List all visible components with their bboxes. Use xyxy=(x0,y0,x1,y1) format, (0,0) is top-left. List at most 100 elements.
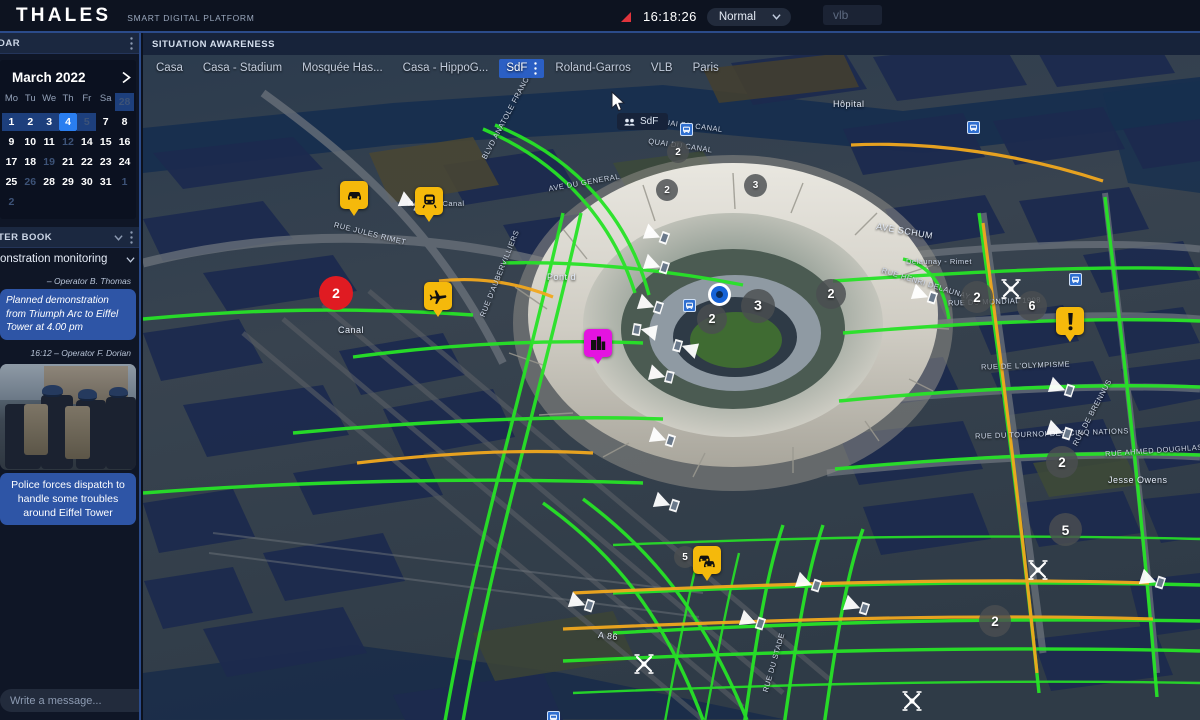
map-cluster-badge[interactable]: 2 xyxy=(656,179,678,201)
map-tab-mosqu-e-has[interactable]: Mosquée Has... xyxy=(293,59,392,77)
calendar-day[interactable]: 7 xyxy=(96,113,115,131)
map-pin-cars[interactable] xyxy=(693,546,721,574)
alert-flag-icon xyxy=(620,11,633,23)
calendar-day[interactable]: 12 xyxy=(59,133,78,151)
map-cluster-badge[interactable]: 2 xyxy=(697,304,727,334)
calendar-day[interactable]: 2 xyxy=(20,113,40,131)
calendar-day[interactable]: 31 xyxy=(96,173,115,191)
matterbook-panel-title: TER BOOK xyxy=(0,231,53,243)
map-tab-casa[interactable]: Casa xyxy=(147,59,192,77)
map-tab-sdf[interactable]: SdF xyxy=(499,58,545,78)
calendar-month-year: March 2022 xyxy=(12,70,86,85)
calendar-day[interactable]: 19 xyxy=(40,153,59,171)
calendar-day[interactable]: 2 xyxy=(2,193,21,211)
map-pin-car[interactable] xyxy=(340,181,368,209)
map-tab-paris[interactable]: Paris xyxy=(684,59,728,77)
map-drone-icon[interactable] xyxy=(1027,559,1049,586)
map-street-label: A 86 xyxy=(597,629,619,643)
matterbook-panel-tools[interactable] xyxy=(114,230,133,244)
map-cluster-badge[interactable]: 2 xyxy=(979,605,1011,637)
map-tab-roland-garros[interactable]: Roland-Garros xyxy=(546,59,639,77)
calendar-day[interactable]: 11 xyxy=(40,133,59,151)
user-chip[interactable]: vlb xyxy=(823,5,883,25)
calendar-panel-tools[interactable] xyxy=(130,36,133,50)
calendar-day[interactable]: 28 xyxy=(40,173,59,191)
calendar-panel-header: DAR xyxy=(0,33,139,54)
map-cluster-badge[interactable]: 2 xyxy=(961,281,993,313)
calendar-dow-header: Fr xyxy=(82,93,92,104)
calendar-dow-header: Tu xyxy=(24,93,36,104)
map-cluster-badge[interactable]: 5 xyxy=(1049,513,1082,546)
map-bus-stop-icon[interactable] xyxy=(680,123,693,136)
map-street-label: Delaunay - Rimet xyxy=(906,257,972,266)
map-pin-plane[interactable] xyxy=(424,282,452,310)
calendar-day[interactable]: 1 xyxy=(2,113,21,131)
map-cluster-badge[interactable]: 2 xyxy=(816,279,846,309)
map-pin-train[interactable] xyxy=(415,187,443,215)
map-bus-stop-icon[interactable] xyxy=(1069,273,1082,286)
map-pin-warning[interactable] xyxy=(1056,307,1084,335)
map-selected-location-marker[interactable] xyxy=(708,283,731,306)
calendar-widget[interactable]: March 2022 Mo Tu We Th Fr Sa 28 1 2 3 4 5 7 8 9 10 11 12 1… xyxy=(0,60,136,219)
message-meta: 16:12 – Operator F. Dorian xyxy=(30,347,132,358)
calendar-day[interactable]: 17 xyxy=(2,153,21,171)
calendar-day[interactable]: 10 xyxy=(21,133,40,151)
kebab-menu-icon[interactable] xyxy=(534,61,538,75)
calendar-day[interactable]: 22 xyxy=(77,153,96,171)
map-pin-buildings[interactable] xyxy=(584,329,612,357)
map-cluster-badge[interactable]: 2 xyxy=(1046,446,1078,478)
calendar-day[interactable]: 3 xyxy=(39,113,59,131)
tab-context-menu[interactable]: SdF xyxy=(617,113,669,130)
calendar-day[interactable]: 24 xyxy=(115,153,134,171)
calendar-day[interactable]: 26 xyxy=(21,173,40,191)
calendar-day[interactable]: 18 xyxy=(21,153,40,171)
calendar-day[interactable]: 29 xyxy=(59,173,78,191)
calendar-day[interactable]: 15 xyxy=(96,133,115,151)
map-drone-icon[interactable] xyxy=(1000,278,1022,305)
map-bus-stop-icon[interactable] xyxy=(547,711,560,720)
calendar-day[interactable]: 9 xyxy=(2,133,21,151)
calendar-day[interactable]: 23 xyxy=(96,153,115,171)
map-alert-badge[interactable]: 2 xyxy=(319,276,353,310)
map-bus-stop-icon[interactable] xyxy=(967,121,980,134)
clock: 16:18:26 xyxy=(643,9,697,24)
calendar-dow-header: We xyxy=(42,93,57,104)
calendar-day[interactable]: 5 xyxy=(77,113,97,131)
calendar-day[interactable]: 14 xyxy=(77,133,96,151)
calendar-day[interactable]: 1 xyxy=(115,173,134,191)
map-tab-label: SdF xyxy=(506,62,528,74)
map-tab-label: Casa - Stadium xyxy=(202,62,283,74)
map-cluster-badge[interactable]: 3 xyxy=(741,289,775,323)
chevron-right-icon[interactable] xyxy=(121,71,132,84)
map-camera-fov-icon[interactable] xyxy=(630,314,660,343)
map-bus-stop-icon[interactable] xyxy=(683,299,696,312)
map-drone-icon[interactable] xyxy=(633,653,655,680)
map-tab-casa-hippog[interactable]: Casa - HippoG... xyxy=(394,59,498,77)
message-input[interactable] xyxy=(0,689,139,712)
brand-subtitle: SMART DIGITAL PLATFORM xyxy=(127,12,255,23)
map-tab-casa-stadium[interactable]: Casa - Stadium xyxy=(194,59,291,77)
situation-awareness-panel: 2223232262525 BLVD ANATOLE FRANCE RUE JUL… xyxy=(143,33,1200,720)
calendar-day[interactable]: 16 xyxy=(115,133,134,151)
calendar-day[interactable]: 21 xyxy=(59,153,78,171)
caret-down-icon[interactable] xyxy=(114,233,123,242)
map-panel-header: SITUATION AWARENESS xyxy=(143,33,1200,55)
calendar-day-selected[interactable]: 4 xyxy=(58,113,78,131)
calendar-day[interactable]: 30 xyxy=(77,173,96,191)
map-drone-icon[interactable] xyxy=(901,690,923,717)
map-cluster-badge[interactable]: 3 xyxy=(744,174,767,197)
calendar-day[interactable]: 25 xyxy=(2,173,21,191)
map-tab-vlb[interactable]: VLB xyxy=(642,59,682,77)
kebab-menu-icon[interactable] xyxy=(130,36,133,50)
calendar-day[interactable]: 8 xyxy=(115,113,134,131)
map-street-label: RUE AHMED DOUGHLAS xyxy=(1104,442,1200,459)
map-street-label: RUE DU STADE xyxy=(760,631,787,694)
mode-select[interactable]: Normal xyxy=(706,7,791,26)
matterbook-topic-selector[interactable]: onstration monitoring xyxy=(0,248,139,269)
people-icon xyxy=(624,118,635,126)
map-cluster-badge[interactable]: 2 xyxy=(667,141,689,163)
message-photo[interactable] xyxy=(0,363,136,470)
kebab-menu-icon[interactable] xyxy=(130,230,133,244)
calendar-day[interactable]: 28 xyxy=(115,93,134,111)
chevron-down-icon[interactable] xyxy=(126,255,135,264)
